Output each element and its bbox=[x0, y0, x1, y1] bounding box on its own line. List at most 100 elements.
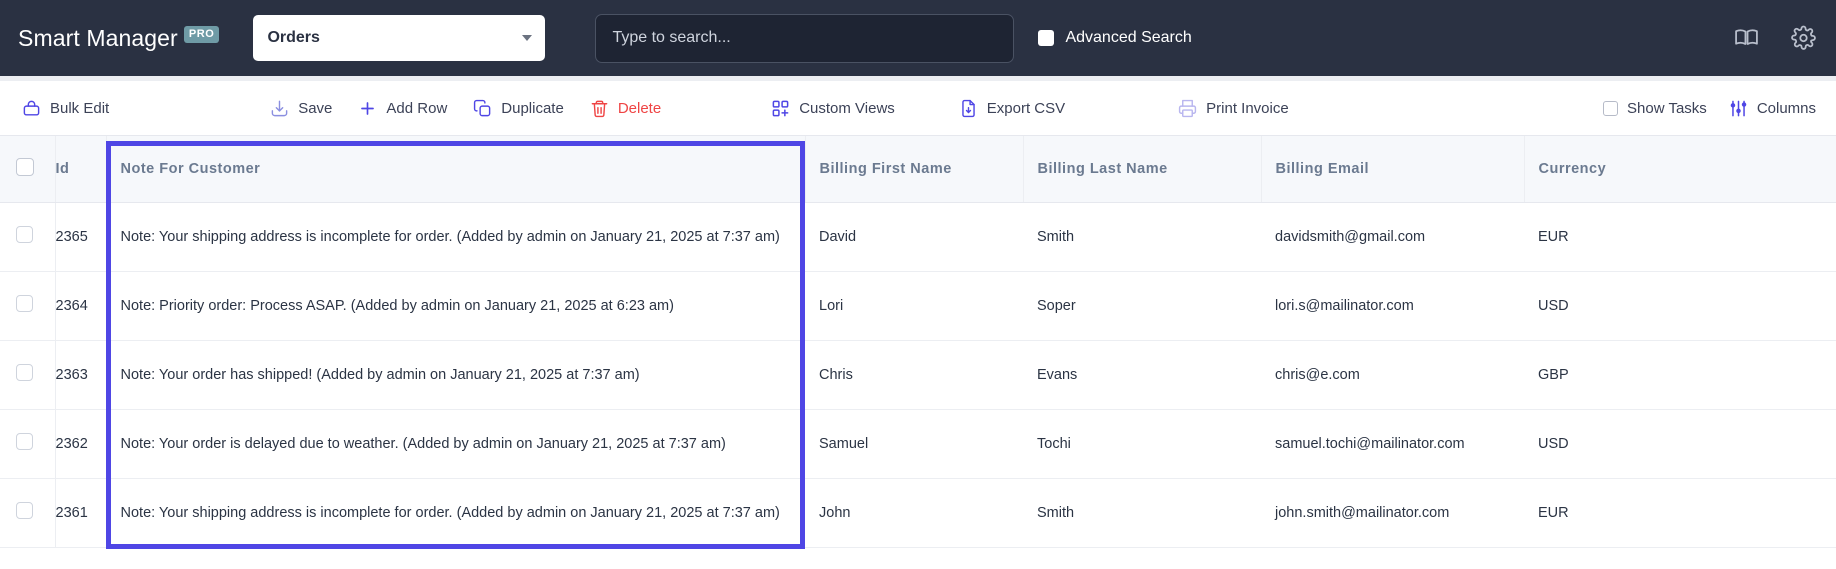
cell-note[interactable]: Note: Your order has shipped! (Added by … bbox=[106, 340, 805, 410]
cell-currency[interactable]: EUR bbox=[1524, 478, 1836, 548]
toolbar-group-views: Custom Views Export CSV bbox=[771, 99, 1065, 118]
export-csv-icon bbox=[959, 99, 978, 118]
cell-billing-email[interactable]: chris@e.com bbox=[1261, 340, 1524, 410]
table-row[interactable]: 2362 Note: Your order is delayed due to … bbox=[0, 409, 1836, 479]
cell-billing-email[interactable]: lori.s@mailinator.com bbox=[1261, 271, 1524, 341]
cell-billing-last-name[interactable]: Smith bbox=[1023, 478, 1261, 548]
cell-note[interactable]: Note: Priority order: Process ASAP. (Add… bbox=[106, 271, 805, 341]
cell-currency[interactable]: EUR bbox=[1524, 202, 1836, 272]
print-invoice-button[interactable]: Print Invoice bbox=[1178, 99, 1289, 118]
cell-id[interactable]: 2363 bbox=[55, 340, 107, 410]
show-tasks-checkbox[interactable] bbox=[1603, 100, 1619, 116]
row-select-cell bbox=[0, 202, 56, 272]
advanced-search-label: Advanced Search bbox=[1065, 29, 1192, 46]
show-tasks-label: Show Tasks bbox=[1627, 99, 1707, 117]
cell-billing-first-name[interactable]: Chris bbox=[805, 340, 1023, 410]
brand-name: Smart Manager bbox=[18, 24, 178, 51]
save-button[interactable]: Save bbox=[270, 99, 332, 118]
column-header-note-for-customer[interactable]: Note For Customer bbox=[106, 136, 806, 203]
gear-icon[interactable] bbox=[1791, 25, 1816, 51]
toolbar-group-bulk: Bulk Edit bbox=[22, 99, 109, 118]
table-body: 2365 Note: Your shipping address is inco… bbox=[0, 202, 1836, 548]
dashboard-select[interactable]: Orders bbox=[253, 15, 546, 61]
duplicate-button[interactable]: Duplicate bbox=[473, 99, 564, 118]
advanced-search-toggle[interactable]: Advanced Search bbox=[1038, 29, 1192, 47]
cell-billing-email[interactable]: john.smith@mailinator.com bbox=[1261, 478, 1524, 548]
row-checkbox[interactable] bbox=[16, 226, 33, 243]
print-invoice-label: Print Invoice bbox=[1206, 99, 1289, 117]
cell-id[interactable]: 2361 bbox=[55, 478, 107, 548]
export-csv-label: Export CSV bbox=[986, 99, 1066, 117]
delete-label: Delete bbox=[617, 99, 662, 117]
select-all-checkbox[interactable] bbox=[16, 157, 34, 176]
plus-icon bbox=[358, 99, 377, 118]
cell-billing-first-name[interactable]: David bbox=[805, 202, 1023, 272]
cell-note[interactable]: Note: Your shipping address is incomplet… bbox=[106, 478, 805, 548]
cell-id[interactable]: 2364 bbox=[55, 271, 107, 341]
table-row[interactable]: 2364 Note: Priority order: Process ASAP.… bbox=[0, 271, 1836, 341]
cell-currency[interactable]: USD bbox=[1524, 409, 1836, 479]
orders-table: Id Note For Customer Billing First Name … bbox=[0, 136, 1836, 548]
cell-billing-last-name[interactable]: Tochi bbox=[1023, 409, 1261, 479]
table-row[interactable]: 2361 Note: Your shipping address is inco… bbox=[0, 478, 1836, 548]
search-input[interactable]: Type to search... bbox=[595, 13, 1015, 63]
app-header: Smart Manager PRO Orders Type to search.… bbox=[0, 0, 1836, 76]
cell-billing-email[interactable]: davidsmith@gmail.com bbox=[1261, 202, 1524, 272]
cell-billing-last-name[interactable]: Smith bbox=[1023, 202, 1261, 272]
cell-billing-first-name[interactable]: Samuel bbox=[805, 409, 1023, 479]
header-icon-group bbox=[1734, 25, 1816, 51]
printer-icon bbox=[1178, 99, 1197, 118]
add-row-button[interactable]: Add Row bbox=[358, 99, 447, 118]
toolbar-group-print: Print Invoice bbox=[1178, 99, 1289, 118]
column-header-currency[interactable]: Currency bbox=[1524, 136, 1836, 203]
cell-currency[interactable]: USD bbox=[1524, 271, 1836, 341]
delete-button[interactable]: Delete bbox=[590, 99, 661, 118]
toolbar-group-edit: Save Add Row Duplicate Delete bbox=[270, 99, 661, 118]
cell-billing-email[interactable]: samuel.tochi@mailinator.com bbox=[1261, 409, 1524, 479]
row-checkbox[interactable] bbox=[16, 364, 33, 381]
bulk-edit-label: Bulk Edit bbox=[50, 99, 110, 117]
action-toolbar: Bulk Edit Save Add Row Duplicate Delete … bbox=[0, 81, 1836, 136]
show-tasks-toggle[interactable]: Show Tasks bbox=[1603, 100, 1707, 117]
cell-billing-last-name[interactable]: Evans bbox=[1023, 340, 1261, 410]
dashboard-select-value: Orders bbox=[267, 29, 320, 46]
book-icon[interactable] bbox=[1734, 26, 1759, 51]
cell-note[interactable]: Note: Your order is delayed due to weath… bbox=[106, 409, 805, 479]
cell-billing-first-name[interactable]: Lori bbox=[805, 271, 1023, 341]
column-header-id[interactable]: Id bbox=[55, 136, 107, 203]
smart-manager-app: Smart Manager PRO Orders Type to search.… bbox=[0, 0, 1836, 569]
table-row[interactable]: 2363 Note: Your order has shipped! (Adde… bbox=[0, 340, 1836, 410]
table-head: Id Note For Customer Billing First Name … bbox=[0, 136, 1836, 203]
add-row-label: Add Row bbox=[386, 99, 448, 117]
custom-views-button[interactable]: Custom Views bbox=[771, 99, 895, 118]
cell-billing-first-name[interactable]: John bbox=[805, 478, 1023, 548]
column-header-billing-last-name[interactable]: Billing Last Name bbox=[1023, 136, 1262, 203]
row-checkbox[interactable] bbox=[16, 433, 33, 450]
table-row[interactable]: 2365 Note: Your shipping address is inco… bbox=[0, 202, 1836, 272]
row-checkbox[interactable] bbox=[16, 502, 33, 519]
row-select-cell bbox=[0, 409, 56, 479]
save-icon bbox=[270, 99, 289, 118]
duplicate-label: Duplicate bbox=[501, 99, 564, 117]
cell-id[interactable]: 2362 bbox=[55, 409, 107, 479]
sliders-icon bbox=[1729, 99, 1748, 118]
pro-badge: PRO bbox=[183, 25, 220, 43]
export-csv-button[interactable]: Export CSV bbox=[959, 99, 1065, 118]
bulk-edit-icon bbox=[22, 99, 41, 118]
cell-billing-last-name[interactable]: Soper bbox=[1023, 271, 1261, 341]
columns-button[interactable]: Columns bbox=[1729, 99, 1816, 118]
bulk-edit-button[interactable]: Bulk Edit bbox=[22, 99, 109, 118]
brand-logo: Smart Manager PRO bbox=[18, 24, 220, 52]
row-checkbox[interactable] bbox=[16, 295, 33, 312]
cell-currency[interactable]: GBP bbox=[1524, 340, 1836, 410]
cell-note[interactable]: Note: Your shipping address is incomplet… bbox=[106, 202, 805, 272]
advanced-search-checkbox[interactable] bbox=[1038, 30, 1055, 46]
custom-views-label: Custom Views bbox=[799, 99, 895, 117]
cell-id[interactable]: 2365 bbox=[55, 202, 107, 272]
column-header-billing-email[interactable]: Billing Email bbox=[1261, 136, 1525, 203]
save-label: Save bbox=[298, 99, 333, 117]
orders-table-container: Id Note For Customer Billing First Name … bbox=[0, 136, 1836, 549]
column-header-billing-first-name[interactable]: Billing First Name bbox=[805, 136, 1024, 203]
chevron-down-icon bbox=[522, 35, 533, 41]
columns-label: Columns bbox=[1756, 99, 1816, 117]
